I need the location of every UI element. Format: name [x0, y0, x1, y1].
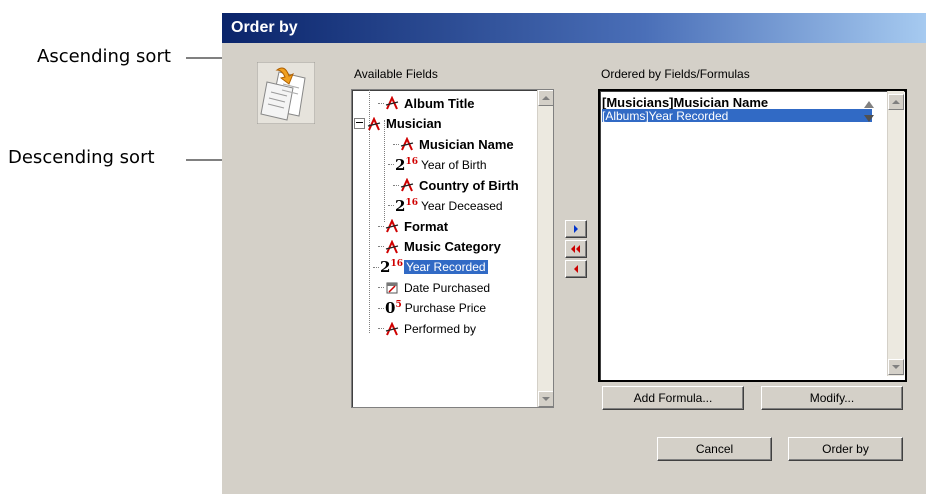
tree-item[interactable]: Date Purchased: [378, 279, 492, 297]
ordered-item[interactable]: [Albums]Year Recorded: [602, 109, 872, 123]
tree-item-label: Album Title: [404, 95, 475, 111]
tree-item[interactable]: 216 Year Recorded: [373, 258, 488, 276]
order-by-button[interactable]: Order by: [788, 437, 903, 461]
cancel-button[interactable]: Cancel: [657, 437, 772, 461]
tree-item-label: Format: [404, 218, 449, 234]
remove-field-button[interactable]: [565, 260, 587, 278]
integer-field-icon: 216: [395, 196, 418, 215]
tree-child-line: [384, 120, 385, 222]
remove-all-button[interactable]: [565, 240, 587, 258]
available-fields-tree[interactable]: Album Title Musician Musician Name 216 Year …: [351, 89, 554, 408]
sort-descending-icon[interactable]: [863, 113, 875, 123]
add-field-button[interactable]: [565, 220, 587, 238]
alpha-field-icon: [385, 321, 399, 336]
tree-connector: [378, 328, 384, 329]
double-arrow-left-icon: [571, 245, 580, 253]
tree-item[interactable]: 216 Year of Birth: [388, 156, 489, 174]
tree-item[interactable]: Album Title: [378, 94, 477, 112]
ordered-fields-list[interactable]: [Musicians]Musician Name [Albums]Year Rec…: [598, 89, 907, 382]
tree-connector: [388, 205, 394, 206]
tree-item[interactable]: Musician: [354, 115, 444, 133]
sort-ascending-icon[interactable]: [863, 99, 875, 109]
tree-connector: [378, 102, 384, 104]
tree-item-label: Year Recorded: [403, 260, 488, 274]
collapse-toggle-icon[interactable]: [354, 118, 365, 129]
alpha-field-icon: [400, 177, 414, 192]
tree-connector: [373, 266, 379, 268]
tree-item[interactable]: 216 Year Deceased: [388, 197, 505, 215]
alpha-field-icon: [367, 116, 381, 131]
ordered-scroll-down-button[interactable]: [888, 359, 904, 375]
tree-connector: [378, 287, 384, 288]
order-documents-icon: [257, 62, 315, 124]
modify-button[interactable]: Modify...: [761, 386, 903, 410]
tree-item[interactable]: Music Category: [378, 238, 503, 256]
tree-item[interactable]: Musician Name: [393, 135, 516, 153]
tree-connector: [378, 225, 384, 227]
dialog-title: Order by: [231, 19, 298, 36]
alpha-field-icon: [385, 95, 399, 110]
tree-item-label: Year Deceased: [420, 198, 503, 213]
integer-field-icon: 216: [395, 155, 418, 174]
arrow-right-icon: [574, 225, 578, 233]
tree-scroll-down-button[interactable]: [538, 391, 553, 407]
add-formula-button[interactable]: Add Formula...: [602, 386, 744, 410]
tree-item-label: Purchase Price: [404, 301, 487, 315]
order-by-dialog: Order by Available Fields Ordered by Fie…: [222, 13, 926, 494]
tree-item-label: Performed by: [404, 321, 477, 336]
tree-connector: [393, 184, 399, 186]
tree-item-label: Musician Name: [419, 136, 514, 152]
available-fields-label: Available Fields: [354, 67, 438, 81]
dialog-title-bar[interactable]: Order by: [222, 13, 926, 43]
tree-connector: [388, 164, 394, 165]
alpha-field-icon: [400, 136, 414, 151]
tree-item-label: Country of Birth: [419, 177, 519, 193]
ordered-fields-label: Ordered by Fields/Formulas: [601, 67, 750, 81]
integer-field-icon: 216: [380, 258, 403, 276]
tree-item-label: Music Category: [404, 239, 501, 254]
tree-scroll-up-button[interactable]: [538, 90, 553, 106]
tree-scrollbar[interactable]: [537, 90, 553, 407]
tree-item[interactable]: Format: [378, 217, 450, 235]
tree-connector: [378, 246, 384, 247]
tree-item[interactable]: Country of Birth: [393, 176, 521, 194]
descending-sort-callout: Descending sort: [8, 147, 155, 168]
date-field-icon: [385, 281, 399, 295]
tree-item[interactable]: 05 Purchase Price: [378, 299, 488, 317]
tree-connector: [378, 307, 384, 309]
ascending-sort-callout: Ascending sort: [37, 46, 171, 67]
tree-connector: [393, 143, 399, 145]
ordered-scroll-up-button[interactable]: [888, 94, 904, 110]
ordered-item[interactable]: [Musicians]Musician Name: [602, 95, 768, 110]
real-field-icon: 05: [385, 299, 402, 317]
ordered-scrollbar[interactable]: [887, 91, 904, 376]
tree-item[interactable]: Performed by: [378, 320, 478, 338]
alpha-field-icon: [385, 218, 399, 233]
alpha-field-icon: [385, 239, 399, 254]
tree-item-label: Year of Birth: [420, 157, 487, 172]
tree-item-label: Musician: [386, 116, 442, 131]
arrow-left-icon: [574, 265, 578, 273]
tree-item-label: Date Purchased: [404, 280, 491, 295]
